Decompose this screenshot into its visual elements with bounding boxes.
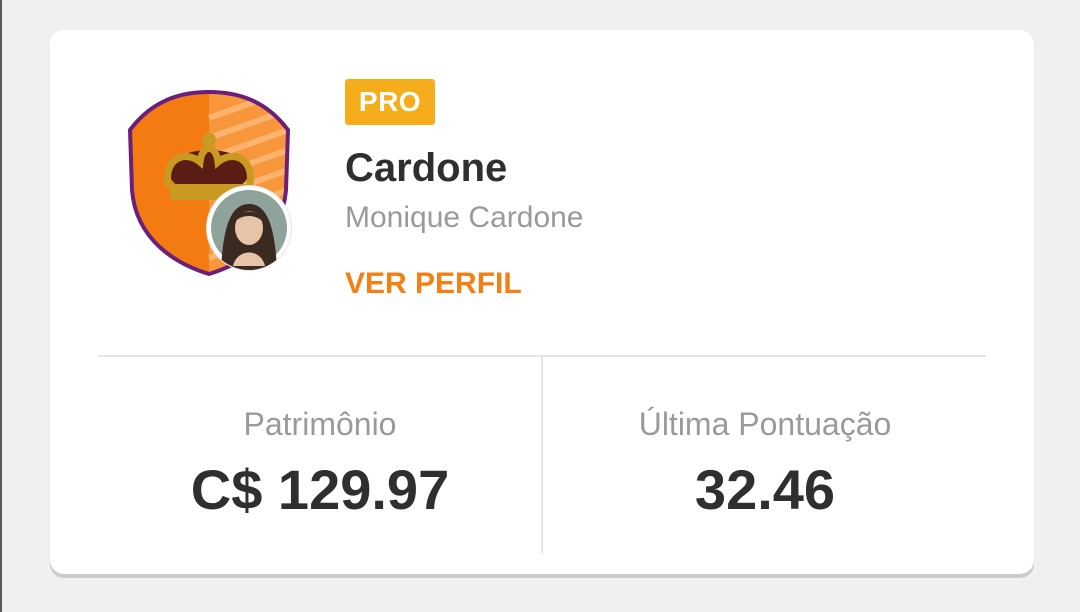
last-score-label: Última Pontuação	[638, 406, 892, 442]
last-score-stat: Última Pontuação 32.46	[543, 402, 987, 522]
team-card: PRO Cardone Monique Cardone VER PERFIL P…	[50, 30, 1034, 574]
avatar[interactable]	[207, 186, 291, 270]
patrimonio-stat: Patrimônio C$ 129.97	[98, 402, 542, 522]
patrimonio-value: C$ 129.97	[190, 458, 450, 521]
patrimonio-label: Patrimônio	[243, 406, 397, 442]
last-score-value: 32.46	[694, 458, 836, 521]
pro-badge: PRO	[345, 79, 435, 125]
team-name: Cardone	[345, 146, 508, 190]
user-avatar-photo	[207, 186, 291, 270]
owner-name: Monique Cardone	[345, 201, 584, 234]
view-profile-link[interactable]: VER PERFIL	[345, 264, 522, 304]
